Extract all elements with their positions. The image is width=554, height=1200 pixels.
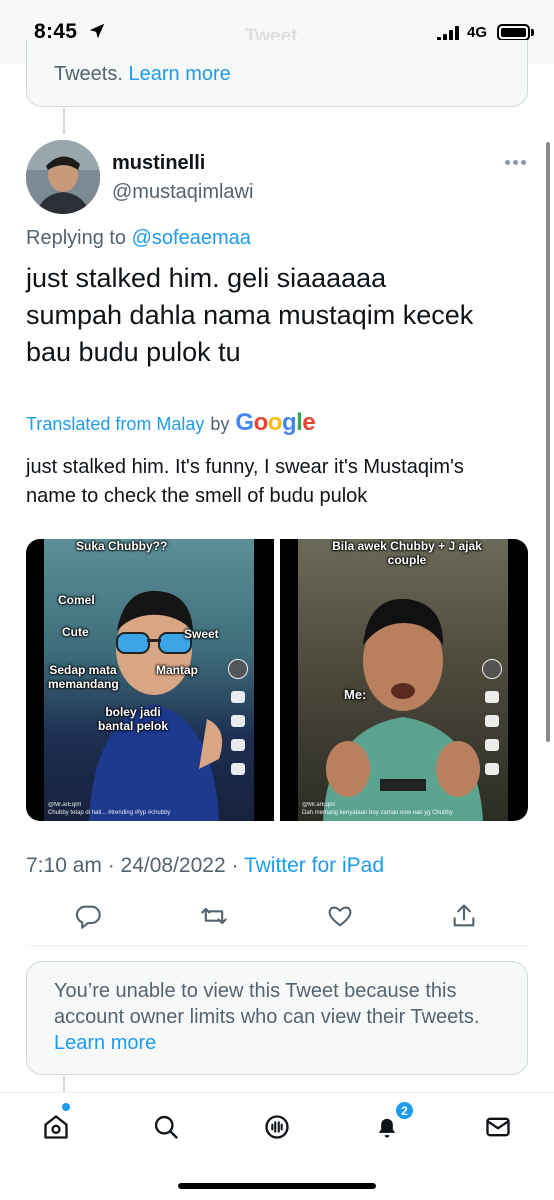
scrollbar[interactable] (546, 142, 550, 742)
sticker-bantal: boley jadi bantal pelok (97, 705, 168, 733)
sticker-cute: Cute (62, 625, 89, 639)
share-button[interactable] (444, 896, 484, 936)
google-logo: Google (235, 409, 316, 436)
translation-attribution[interactable]: Translated from Malay by Google (26, 409, 316, 437)
unavailable-tweet-notice-top: Tweets. Learn more (26, 40, 528, 107)
battery-tip (531, 29, 534, 36)
heart-icon (328, 906, 352, 927)
media-top-caption: Suka Chubby?? (76, 539, 168, 553)
tab-home[interactable] (34, 1105, 78, 1149)
retweet-icon (201, 907, 227, 925)
replying-to: Replying to @sofeaemaa (26, 227, 251, 250)
media-caption: Chubby tetap di hati... #trending #fyp #… (48, 810, 171, 816)
translated-label: Translated from Malay (26, 414, 205, 434)
home-new-dot (62, 1103, 70, 1111)
notice-top-text: Tweets. (54, 63, 123, 85)
tweet-text: just stalked him. geli siaaaaaa sumpah d… (26, 263, 474, 367)
reply-icon (75, 905, 101, 929)
media-top-caption: Bila awek Chubby + J ajak couple (332, 539, 482, 567)
share-icon (453, 904, 475, 927)
thread-line (63, 1076, 65, 1092)
battery-icon (497, 24, 530, 41)
media-thumbnail-left[interactable]: Suka Chubby?? Comel Cute Sweet Sedap mat… (26, 539, 274, 821)
learn-more-link-top[interactable]: Learn more (128, 63, 230, 85)
timestamp-text: 7:10 am · 24/08/2022 · (26, 854, 239, 877)
media-caption: Dah memang kenyataan boy zaman now nak y… (302, 810, 453, 816)
sticker-sedap: Sedap mata memandang (48, 663, 119, 691)
sticker-me: Me: (344, 687, 367, 702)
location-arrow-icon (89, 23, 105, 39)
tweet-timestamp: 7:10 am · 24/08/2022 · Twitter for iPad (26, 854, 384, 878)
home-icon (44, 1115, 68, 1139)
sticker-sweet: Sweet (184, 627, 219, 641)
media-thumbnail-right[interactable]: Bila awek Chubby + J ajak couple Me: @Mr… (280, 539, 528, 821)
avatar[interactable] (26, 140, 100, 214)
display-name[interactable]: mustinelli (112, 152, 205, 175)
envelope-icon (486, 1117, 510, 1137)
like-button[interactable] (320, 896, 360, 936)
replying-prefix: Replying to (26, 227, 127, 249)
tab-spaces[interactable] (255, 1105, 299, 1149)
video-side-controls (228, 659, 248, 787)
replying-to-handle[interactable]: @sofeaemaa (132, 227, 251, 249)
network-type: 4G (467, 24, 488, 41)
sticker-mantap: Mantap (156, 663, 198, 677)
spaces-icon (265, 1115, 289, 1139)
media-username: @Mr.arEqim (302, 802, 336, 808)
tab-messages[interactable] (476, 1105, 520, 1149)
divider (26, 945, 528, 946)
tweet-action-bar (26, 896, 526, 936)
media-username: @Mr.arEqim (48, 802, 82, 808)
person-figure (89, 590, 223, 821)
notifications-badge: 2 (394, 1100, 415, 1121)
thread-line (63, 108, 65, 134)
translation-text: just stalked him. It's funny, I swear it… (26, 456, 464, 507)
unavailable-tweet-notice: You’re unable to view this Tweet because… (26, 961, 528, 1075)
more-options-icon[interactable] (505, 160, 527, 166)
translated-by: by (210, 414, 230, 434)
retweet-button[interactable] (194, 896, 234, 936)
notice-text: You’re unable to view this Tweet because… (54, 980, 480, 1028)
user-handle[interactable]: @mustaqimlawi (112, 181, 253, 204)
search-icon (154, 1115, 178, 1139)
avatar-photo (26, 140, 100, 214)
reply-button[interactable] (68, 896, 108, 936)
learn-more-link[interactable]: Learn more (54, 1032, 156, 1054)
tab-search[interactable] (144, 1105, 188, 1149)
home-indicator[interactable] (178, 1183, 376, 1189)
source-link[interactable]: Twitter for iPad (244, 854, 384, 877)
sticker-comel: Comel (58, 593, 95, 607)
video-side-controls (482, 659, 502, 787)
